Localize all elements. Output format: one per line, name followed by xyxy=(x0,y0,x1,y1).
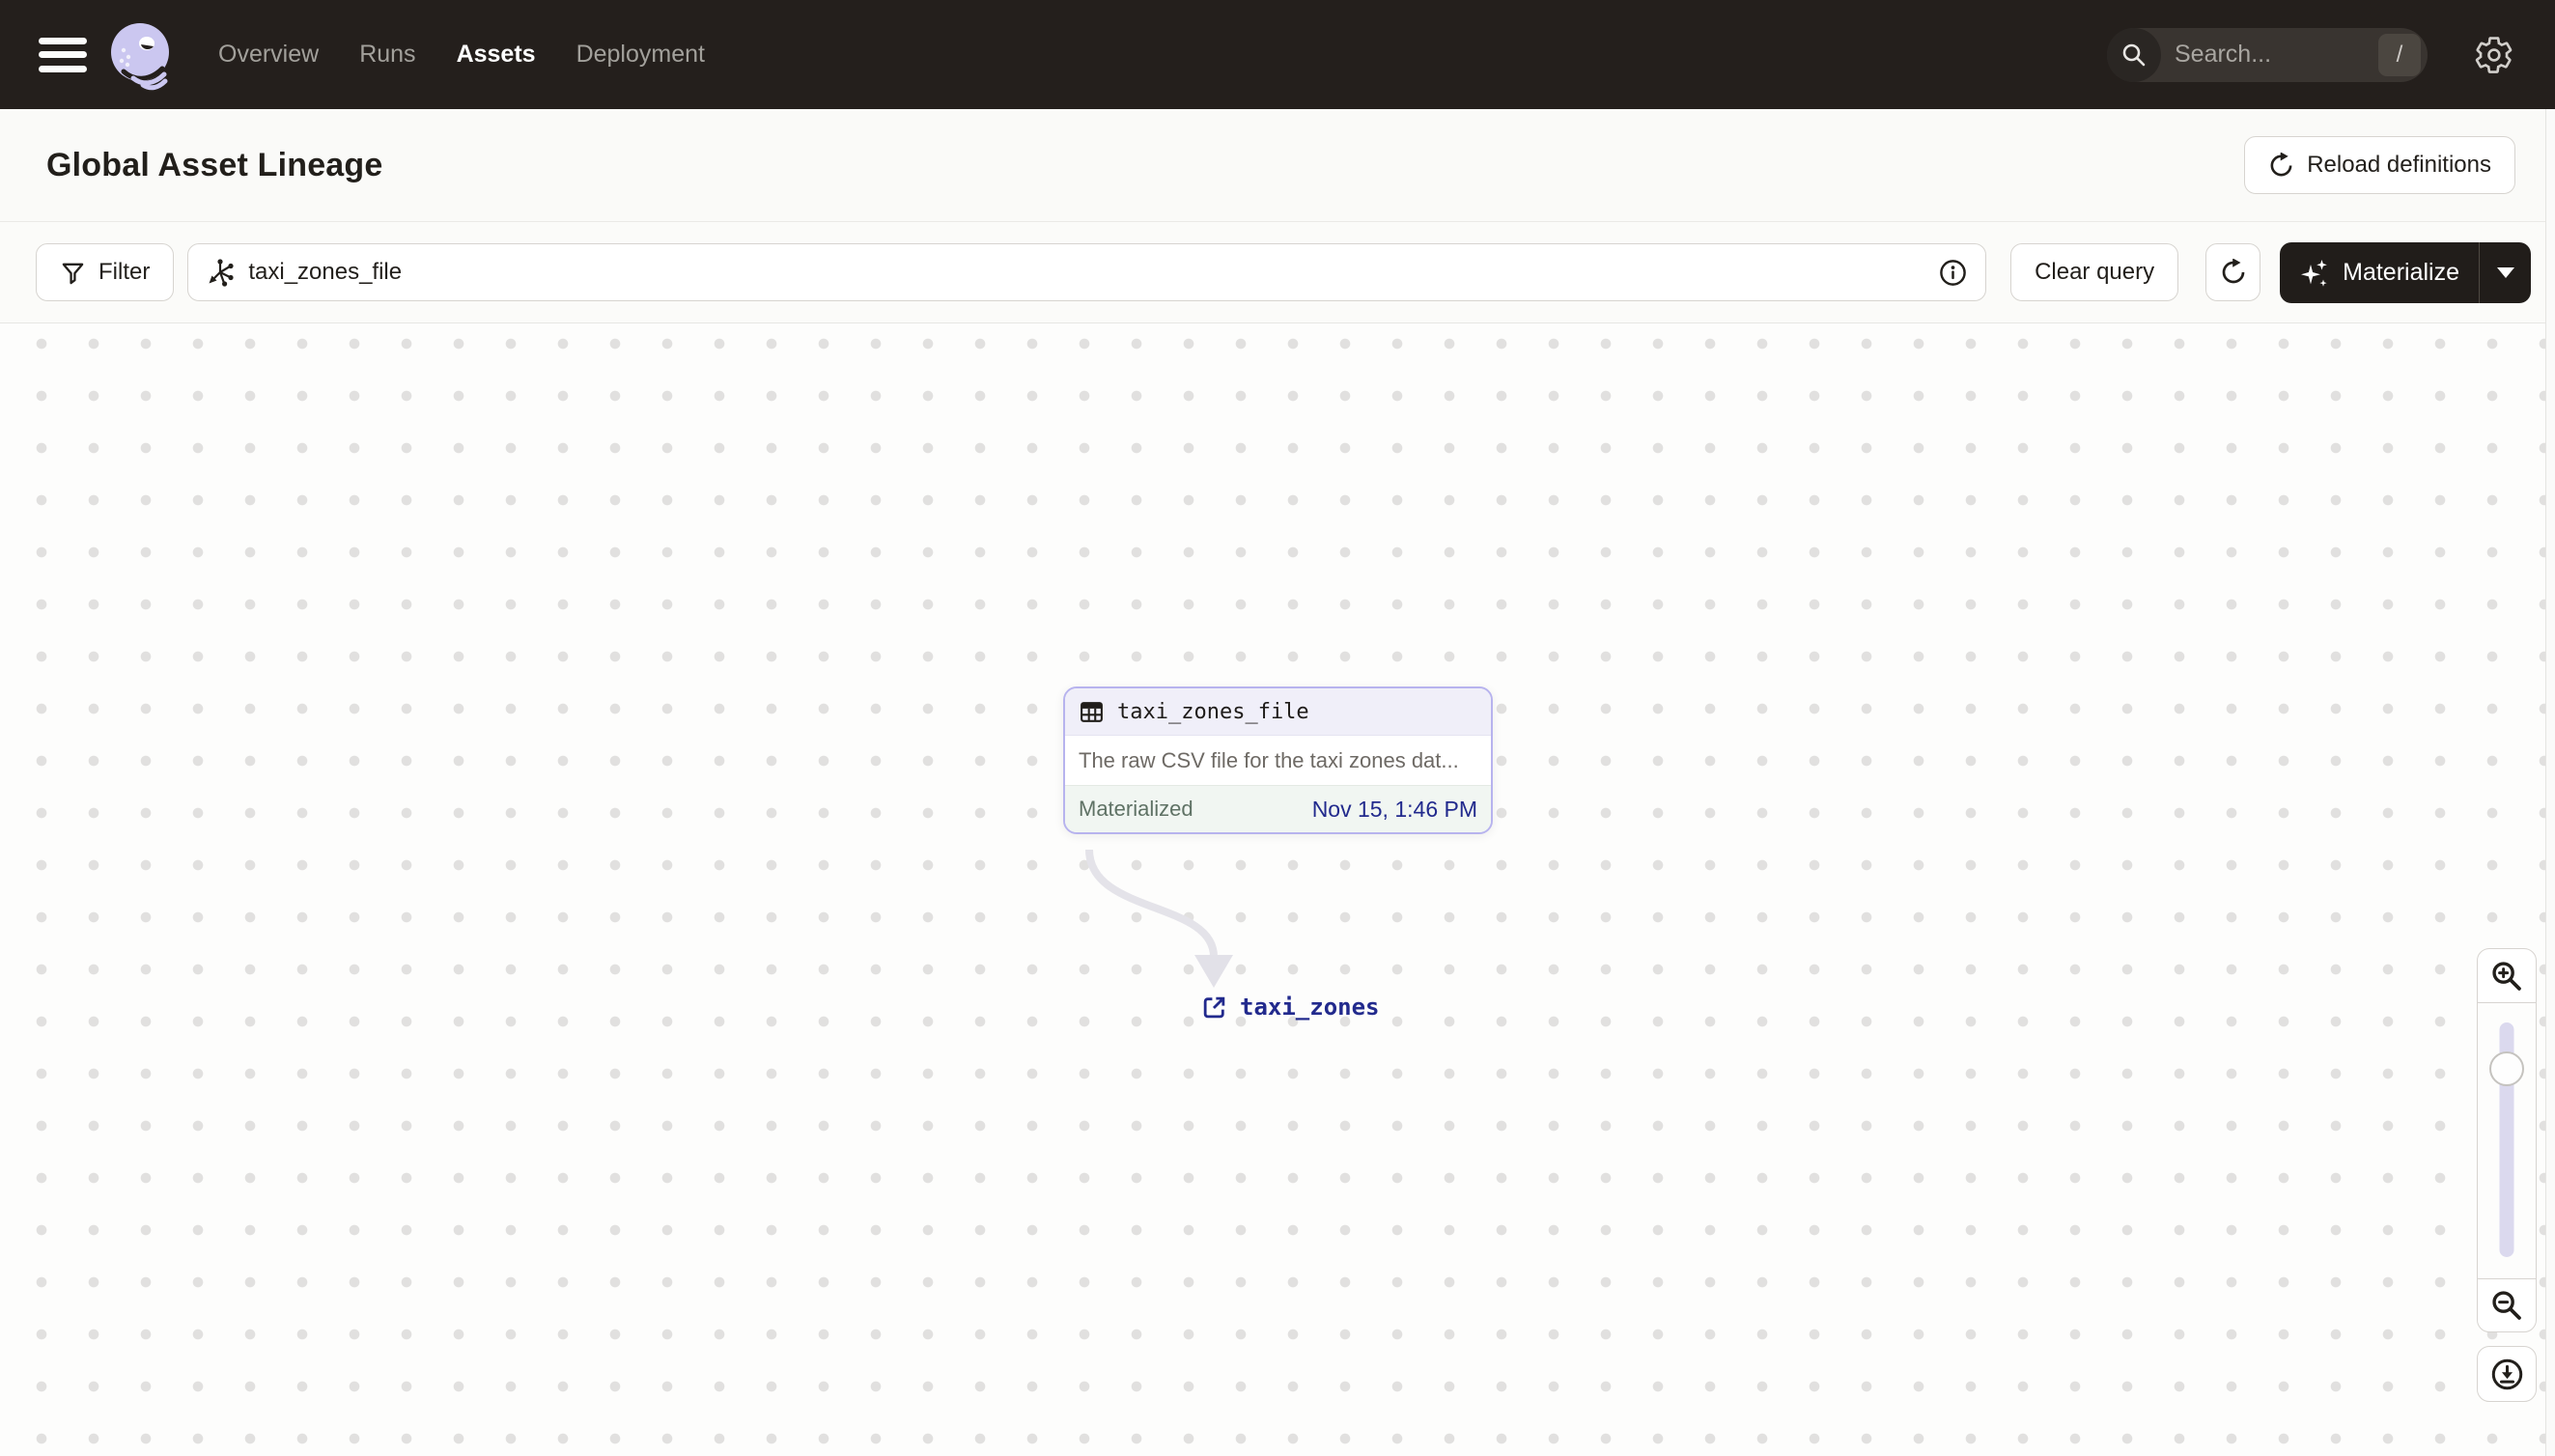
materialize-button[interactable]: Materialize xyxy=(2280,242,2479,303)
asset-graph-icon xyxy=(209,259,234,287)
nav-item-assets[interactable]: Assets xyxy=(457,41,536,69)
nav-item-deployment[interactable]: Deployment xyxy=(576,41,705,69)
filter-icon xyxy=(62,263,84,284)
recenter-button[interactable] xyxy=(2477,1346,2537,1402)
search-input[interactable] xyxy=(2161,41,2378,69)
status-badge: Materialized xyxy=(1079,797,1193,821)
lineage-edge xyxy=(1085,849,1233,988)
hamburger-icon[interactable] xyxy=(39,37,87,72)
query-info-icon[interactable] xyxy=(1938,258,1968,288)
refresh-button[interactable] xyxy=(2205,243,2261,301)
primary-nav: Overview Runs Assets Deployment xyxy=(218,41,705,69)
sparkles-icon xyxy=(2301,260,2327,287)
asset-selection-input-wrap xyxy=(187,243,1987,301)
reload-definitions-button[interactable]: Reload definitions xyxy=(2244,136,2515,194)
asset-node-taxi-zones-file[interactable]: taxi_zones_file The raw CSV file for the… xyxy=(1063,686,1493,834)
zoom-out-icon xyxy=(2492,1290,2521,1320)
table-icon xyxy=(1081,701,1103,722)
gear-icon[interactable] xyxy=(2472,33,2516,77)
zoom-controls xyxy=(2477,948,2537,1402)
lineage-toolbar: Filter Clear query xyxy=(0,222,2555,322)
global-search[interactable]: / xyxy=(2107,27,2428,82)
refresh-icon xyxy=(2222,259,2244,284)
filter-button-label: Filter xyxy=(98,259,151,285)
nav-item-overview[interactable]: Overview xyxy=(218,41,319,69)
zoom-in-button[interactable] xyxy=(2477,948,2537,1003)
clear-query-label: Clear query xyxy=(2035,259,2155,285)
materialization-timestamp[interactable]: Nov 15, 1:46 PM xyxy=(1312,797,1477,823)
external-link-icon xyxy=(1203,996,1225,1018)
downstream-asset-taxi-zones[interactable]: taxi_zones xyxy=(1201,994,1380,1021)
page-header: Global Asset Lineage Reload definitions xyxy=(0,109,2555,222)
page-title: Global Asset Lineage xyxy=(46,146,383,183)
asset-node-status-row: Materialized Nov 15, 1:46 PM xyxy=(1065,785,1491,832)
materialize-label: Materialize xyxy=(2343,258,2459,286)
asset-selection-input[interactable] xyxy=(235,259,1939,286)
clear-query-button[interactable]: Clear query xyxy=(2010,243,2179,301)
zoom-out-button[interactable] xyxy=(2477,1277,2537,1332)
top-nav: Overview Runs Assets Deployment / xyxy=(0,0,2555,109)
reload-icon xyxy=(2270,152,2292,176)
filter-button[interactable]: Filter xyxy=(36,243,175,301)
nav-item-runs[interactable]: Runs xyxy=(359,41,415,69)
materialize-dropdown-button[interactable] xyxy=(2479,241,2531,303)
zoom-in-icon xyxy=(2492,961,2521,991)
recenter-icon xyxy=(2491,1358,2522,1389)
zoom-slider-handle[interactable] xyxy=(2489,1050,2524,1086)
downstream-asset-label: taxi_zones xyxy=(1240,994,1380,1021)
asset-node-header: taxi_zones_file xyxy=(1065,688,1491,736)
asset-node-name: taxi_zones_file xyxy=(1117,699,1309,724)
reload-definitions-label: Reload definitions xyxy=(2307,152,2491,178)
materialize-split-button: Materialize xyxy=(2280,241,2531,303)
lineage-canvas[interactable]: taxi_zones_file The raw CSV file for the… xyxy=(0,322,2555,1456)
search-icon xyxy=(2107,27,2161,82)
search-shortcut-badge: / xyxy=(2378,33,2421,76)
zoom-slider xyxy=(2477,1001,2537,1279)
caret-down-icon xyxy=(2496,266,2514,278)
dagster-logo-icon xyxy=(111,22,169,90)
asset-node-description: The raw CSV file for the taxi zones dat.… xyxy=(1079,747,1459,772)
scrollbar[interactable] xyxy=(2545,109,2555,1456)
